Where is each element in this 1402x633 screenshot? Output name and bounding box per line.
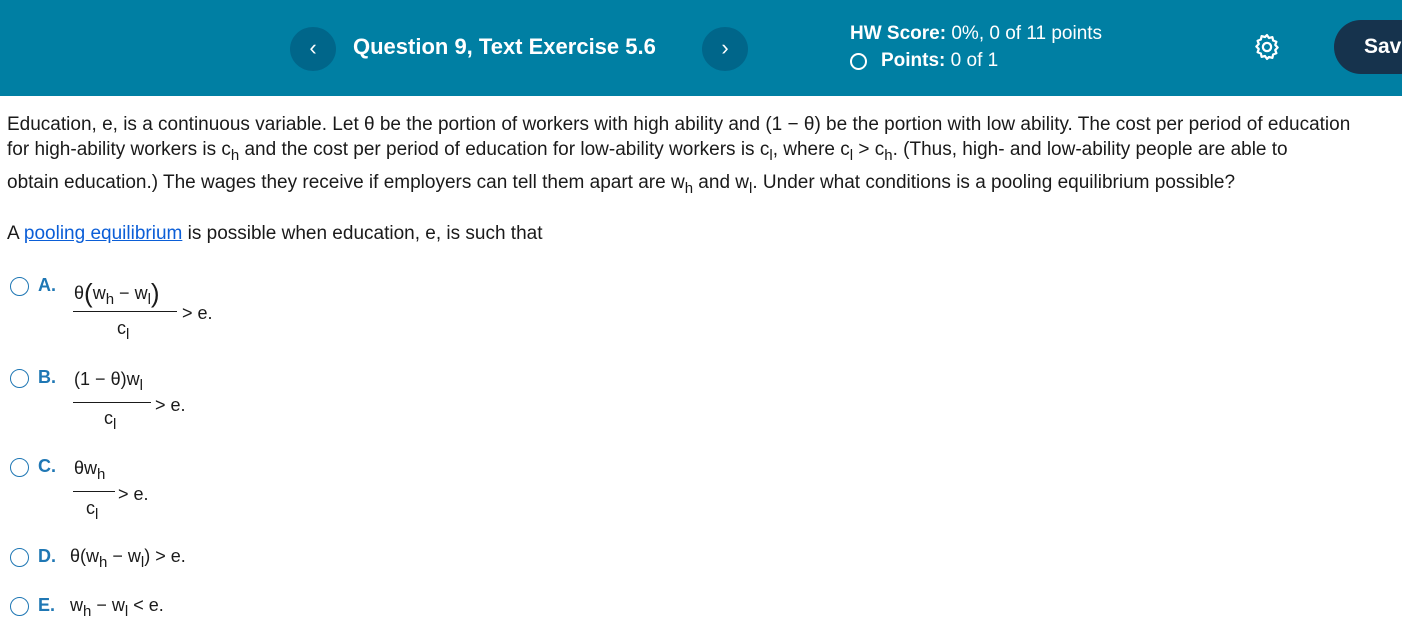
option-b-tail: > e. — [155, 395, 186, 415]
option-e-radio[interactable] — [10, 597, 29, 616]
next-question-button[interactable]: › — [702, 27, 748, 71]
option-c-denominator: cl — [86, 498, 99, 523]
option-c-tail: > e. — [118, 484, 149, 504]
hw-score-value: 0%, 0 of 11 points — [951, 23, 1103, 44]
question-title: Question 9, Text Exercise 5.6 — [353, 34, 656, 59]
option-a-letter: A. — [38, 275, 56, 295]
option-b-numerator: (1 − θ)wl — [74, 369, 143, 394]
option-e-expression: wh − wl < e. — [70, 595, 164, 620]
top-bar: ‹ Question 9, Text Exercise 5.6 › HW Sco… — [0, 0, 1402, 96]
option-b-denominator: cl — [104, 408, 117, 433]
points-value: 0 of 1 — [950, 50, 999, 71]
option-b-radio[interactable] — [10, 369, 29, 388]
points-circle-icon — [850, 52, 867, 70]
question-line-1: Education, e, is a continuous variable. … — [7, 114, 1351, 135]
option-a-tail: > e. — [182, 303, 213, 323]
prompt-text: A pooling equilibrium is possible when e… — [7, 223, 543, 244]
hw-score: HW Score: 0%, 0 of 11 points — [850, 23, 1102, 45]
save-button[interactable]: Sav — [1334, 20, 1402, 74]
question-line-2: for high-ability workers is ch and the c… — [7, 139, 1288, 164]
hw-score-label: HW Score: — [850, 23, 947, 44]
option-e-letter: E. — [38, 595, 56, 615]
option-b-letter: B. — [38, 367, 56, 387]
option-a-numerator: θ(wh − wl) — [74, 278, 160, 308]
option-a-radio[interactable] — [10, 277, 29, 296]
option-d-expression: θ(wh − wl) > e. — [70, 546, 186, 571]
option-d-letter: D. — [38, 546, 56, 566]
option-d-radio[interactable] — [10, 548, 29, 567]
points-label: Points: — [881, 50, 946, 71]
question-line-3: obtain education.) The wages they receiv… — [7, 172, 1236, 197]
option-a-fraction-bar — [73, 311, 177, 313]
points: Points: 0 of 1 — [850, 50, 998, 72]
previous-question-button[interactable]: ‹ — [290, 27, 336, 71]
option-c-numerator: θwh — [74, 458, 106, 483]
option-a-denominator: cl — [117, 318, 130, 343]
option-c-fraction-bar — [73, 491, 115, 493]
option-c-radio[interactable] — [10, 458, 29, 477]
gear-icon[interactable] — [1252, 32, 1282, 62]
pooling-equilibrium-link[interactable]: pooling equilibrium — [24, 223, 182, 244]
option-c-letter: C. — [38, 456, 56, 476]
option-b-fraction-bar — [73, 402, 151, 404]
